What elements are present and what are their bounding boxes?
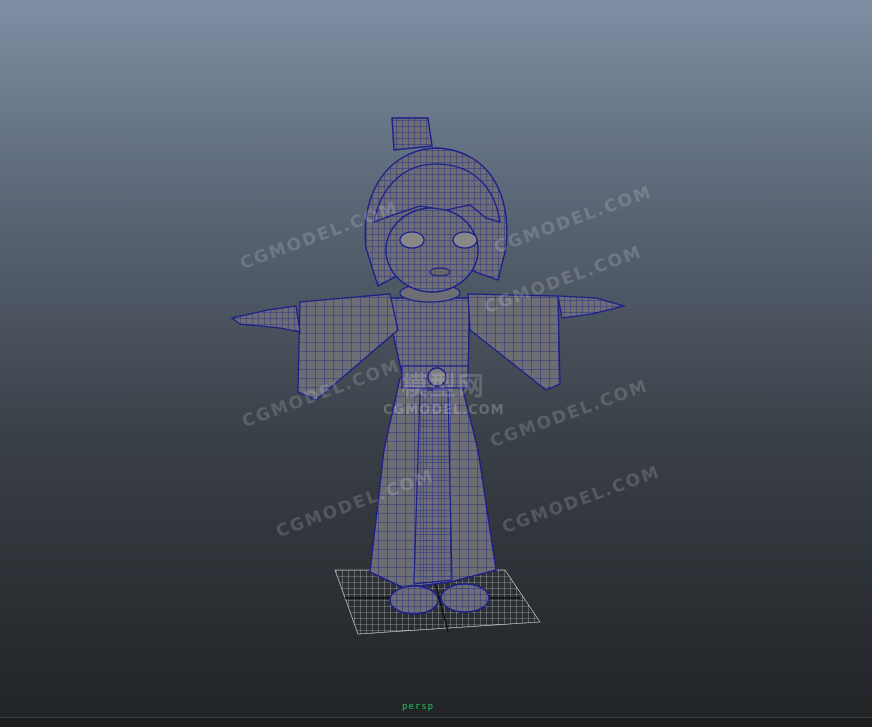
watermark-main: 模型网 xyxy=(401,372,486,402)
3d-viewport[interactable]: CGMODEL.COM CGMODEL.COM CGMODEL.COM CGMO… xyxy=(0,0,872,727)
viewport-bottom-bar xyxy=(0,717,872,727)
watermark-sub: CGMODEL.COM xyxy=(383,403,505,418)
watermark-logo: 模型网 CGMODEL.COM xyxy=(383,366,505,418)
camera-label: persp xyxy=(402,702,435,712)
scene-canvas[interactable] xyxy=(0,0,872,727)
